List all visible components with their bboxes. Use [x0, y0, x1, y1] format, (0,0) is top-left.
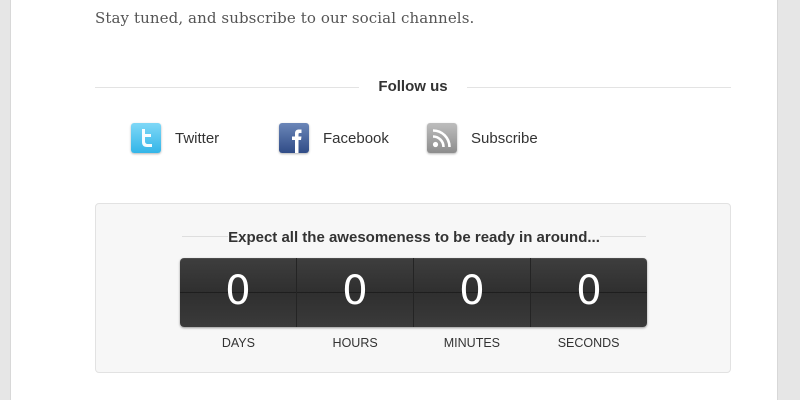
days-label: DAYS [221, 336, 255, 350]
countdown-title: Expect all the awesomeness to be ready i… [182, 229, 646, 246]
content-card: Stay tuned, and subscribe to our social … [10, 0, 778, 400]
hours-label: HOURS [332, 336, 378, 350]
days-value: 0 [225, 268, 251, 314]
hours-digit-cell: 0 [297, 258, 414, 327]
days-digit-cell: 0 [180, 258, 297, 327]
minutes-label: MINUTES [443, 336, 500, 350]
countdown-digits: 0 0 0 0 [180, 258, 647, 327]
countdown-title-text: Expect all the awesomeness to be ready i… [228, 229, 600, 246]
countdown-panel: Expect all the awesomeness to be ready i… [95, 203, 731, 373]
twitter-link[interactable]: Twitter [131, 122, 219, 154]
intro-tagline: Stay tuned, and subscribe to our social … [95, 9, 475, 27]
rss-icon [427, 123, 457, 153]
minutes-digit-cell: 0 [414, 258, 531, 327]
subscribe-label: Subscribe [471, 129, 538, 147]
twitter-icon [131, 123, 161, 153]
divider-left [95, 87, 359, 88]
page: Stay tuned, and subscribe to our social … [0, 0, 800, 400]
follow-us-header: Follow us [95, 76, 731, 98]
facebook-link[interactable]: Facebook [279, 122, 389, 154]
facebook-icon [279, 123, 309, 153]
facebook-label: Facebook [323, 129, 389, 147]
twitter-label: Twitter [175, 129, 220, 147]
hours-value: 0 [342, 268, 368, 314]
seconds-label: SECONDS [557, 336, 620, 350]
follow-us-title: Follow us [378, 78, 448, 95]
seconds-value: 0 [576, 268, 602, 314]
seconds-digit-cell: 0 [531, 258, 647, 327]
countdown-unit-labels: DAYS HOURS MINUTES SECONDS [180, 336, 647, 350]
minutes-value: 0 [459, 268, 485, 314]
subscribe-link[interactable]: Subscribe [427, 122, 538, 154]
divider-right [467, 87, 731, 88]
